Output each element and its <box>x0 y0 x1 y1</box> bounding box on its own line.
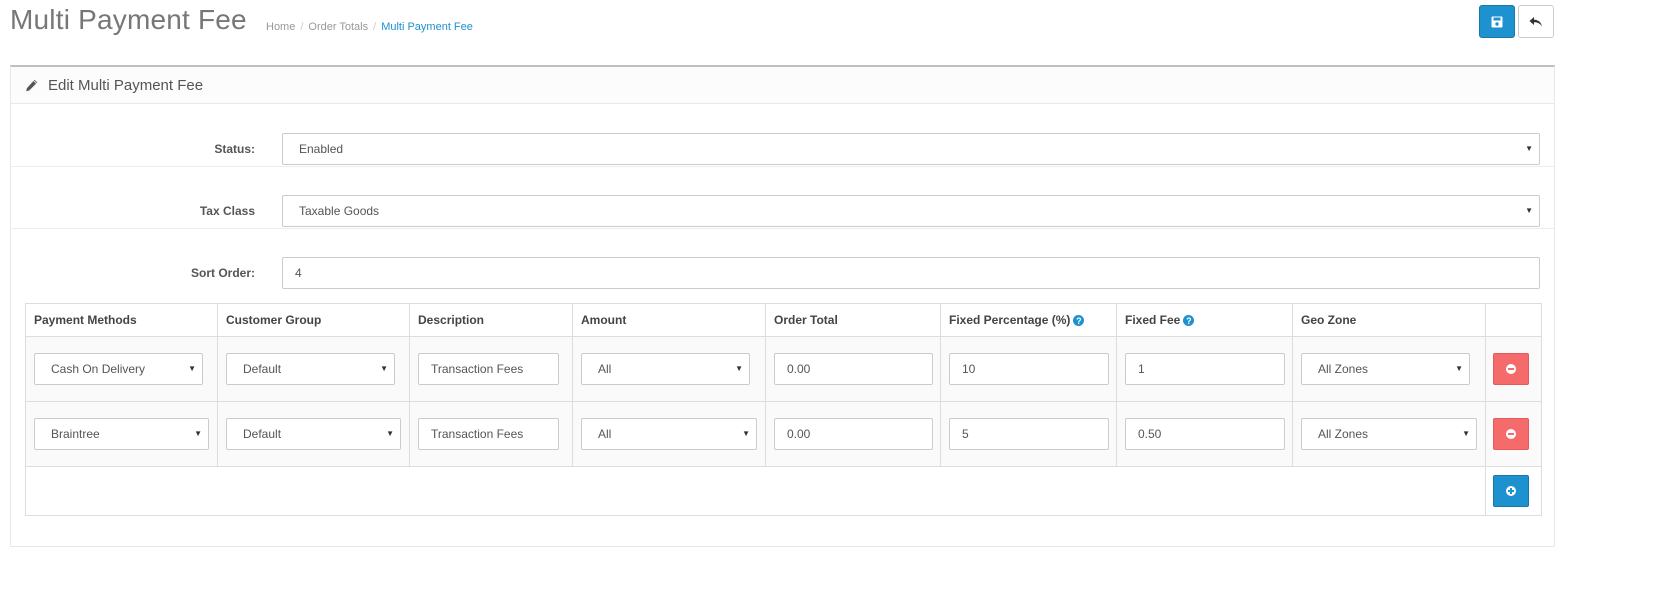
fixed-fee-value: 1 <box>1138 362 1145 376</box>
minus-circle-icon <box>1506 364 1516 374</box>
tax-class-row: Tax Class Taxable Goods ▼ <box>11 167 1554 229</box>
amount-select[interactable]: All ▼ <box>581 353 750 385</box>
back-button[interactable] <box>1518 5 1554 38</box>
status-select[interactable]: Enabled ▼ <box>282 133 1540 165</box>
description-input[interactable]: Transaction Fees <box>418 418 559 450</box>
col-customer-group: Customer Group <box>217 303 410 337</box>
page-title: Multi Payment Fee <box>10 4 247 35</box>
breadcrumb: Home / Order Totals / Multi Payment Fee <box>266 21 473 33</box>
col-fixed-fee: Fixed Fee? <box>1116 303 1293 337</box>
table-row: Braintree ▼ Default ▼ Transaction Fees All… <box>25 401 1542 467</box>
fixed-percentage-value: 5 <box>962 427 969 441</box>
breadcrumb-home[interactable]: Home <box>266 21 295 33</box>
status-value: Enabled <box>299 142 344 156</box>
status-label: Status: <box>214 142 255 156</box>
payment-method-select[interactable]: Braintree ▼ <box>34 418 209 450</box>
fixed-percentage-input[interactable]: 5 <box>949 418 1109 450</box>
chevron-down-icon: ▼ <box>380 364 388 373</box>
footer-spacer <box>25 466 1486 516</box>
question-circle-icon[interactable]: ? <box>1073 315 1085 327</box>
remove-row-button[interactable] <box>1493 353 1529 385</box>
geo-zone-value: All Zones <box>1318 362 1369 376</box>
chevron-down-icon: ▼ <box>1455 364 1463 373</box>
col-payment-methods: Payment Methods <box>25 303 218 337</box>
add-row-button[interactable] <box>1493 475 1529 507</box>
customer-group-value: Default <box>243 427 282 441</box>
sort-order-input[interactable]: 4 <box>282 257 1540 289</box>
payment-method-value: Cash On Delivery <box>51 362 146 376</box>
table-header-row: Payment Methods Customer Group Descripti… <box>25 303 1542 337</box>
col-fixed-percentage: Fixed Percentage (%)? <box>940 303 1117 337</box>
col-amount: Amount <box>572 303 766 337</box>
customer-group-select[interactable]: Default ▼ <box>226 418 401 450</box>
plus-circle-icon <box>1506 486 1516 496</box>
reply-icon <box>1529 16 1542 26</box>
col-fixed-fee-label: Fixed Fee <box>1125 313 1181 327</box>
tax-class-label: Tax Class <box>199 204 255 218</box>
save-icon <box>1491 16 1503 27</box>
chevron-down-icon: ▼ <box>1525 206 1533 215</box>
geo-zone-value: All Zones <box>1318 427 1369 441</box>
amount-select[interactable]: All ▼ <box>581 418 757 450</box>
fixed-percentage-input[interactable]: 10 <box>949 353 1109 385</box>
amount-value: All <box>598 427 612 441</box>
chevron-down-icon: ▼ <box>386 429 394 438</box>
tax-class-select[interactable]: Taxable Goods ▼ <box>282 195 1540 227</box>
fixed-percentage-value: 10 <box>962 362 976 376</box>
sort-order-label: Sort Order: <box>190 266 255 280</box>
col-geo-zone: Geo Zone <box>1292 303 1486 337</box>
fixed-fee-value: 0.50 <box>1138 427 1162 441</box>
col-actions <box>1485 303 1542 337</box>
chevron-down-icon: ▼ <box>735 364 743 373</box>
question-circle-icon[interactable]: ? <box>1183 315 1195 327</box>
description-input[interactable]: Transaction Fees <box>418 353 559 385</box>
pencil-icon <box>25 79 38 92</box>
description-value: Transaction Fees <box>431 362 524 376</box>
order-total-input[interactable]: 0.00 <box>774 353 933 385</box>
payment-method-value: Braintree <box>51 427 100 441</box>
breadcrumb-order-totals[interactable]: Order Totals <box>308 21 368 33</box>
payment-method-select[interactable]: Cash On Delivery ▼ <box>34 353 203 385</box>
col-order-total: Order Total <box>765 303 941 337</box>
fixed-fee-input[interactable]: 0.50 <box>1125 418 1285 450</box>
status-row: Status: Enabled ▼ <box>11 105 1554 167</box>
minus-circle-icon <box>1506 429 1516 439</box>
order-total-value: 0.00 <box>787 427 811 441</box>
chevron-down-icon: ▼ <box>1525 144 1533 153</box>
chevron-down-icon: ▼ <box>188 364 196 373</box>
order-total-input[interactable]: 0.00 <box>774 418 933 450</box>
sort-order-value: 4 <box>295 266 302 280</box>
fee-table: Payment Methods Customer Group Descripti… <box>25 303 1542 516</box>
sort-order-row: Sort Order: 4 <box>11 229 1554 291</box>
table-row: Cash On Delivery ▼ Default ▼ Transaction F… <box>25 336 1542 402</box>
breadcrumb-multi-payment-fee[interactable]: Multi Payment Fee <box>381 21 473 33</box>
chevron-down-icon: ▼ <box>742 429 750 438</box>
panel-heading: Edit Multi Payment Fee <box>11 67 1554 104</box>
col-description: Description <box>409 303 573 337</box>
tax-class-value: Taxable Goods <box>299 204 380 218</box>
customer-group-select[interactable]: Default ▼ <box>226 353 395 385</box>
edit-panel: Edit Multi Payment Fee Status: Enabled ▼… <box>10 65 1555 547</box>
chevron-down-icon: ▼ <box>1462 429 1470 438</box>
chevron-down-icon: ▼ <box>194 429 202 438</box>
page-header: Multi Payment Fee Home / Order Totals / Mult… <box>0 0 1669 60</box>
description-value: Transaction Fees <box>431 427 524 441</box>
amount-value: All <box>598 362 612 376</box>
table-footer-row <box>25 466 1542 516</box>
geo-zone-select[interactable]: All Zones ▼ <box>1301 353 1470 385</box>
customer-group-value: Default <box>243 362 282 376</box>
geo-zone-select[interactable]: All Zones ▼ <box>1301 418 1477 450</box>
order-total-value: 0.00 <box>787 362 811 376</box>
col-fixed-percentage-label: Fixed Percentage (%) <box>949 313 1071 327</box>
remove-row-button[interactable] <box>1493 418 1529 450</box>
save-button[interactable] <box>1479 5 1515 38</box>
panel-title: Edit Multi Payment Fee <box>48 76 204 94</box>
fixed-fee-input[interactable]: 1 <box>1125 353 1285 385</box>
